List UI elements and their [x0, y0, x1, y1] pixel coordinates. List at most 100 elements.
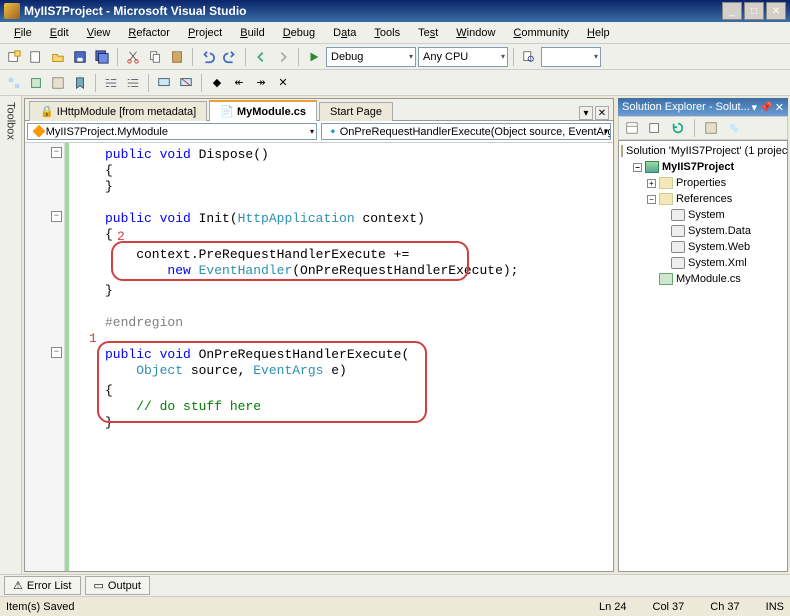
tree-references[interactable]: −References	[621, 191, 785, 207]
standard-toolbar: Debug Any CPU	[0, 44, 790, 70]
tree-project[interactable]: −MyIIS7Project	[621, 159, 785, 175]
menu-view[interactable]: View	[79, 25, 119, 41]
prev-bookmark-button[interactable]: ↞	[229, 73, 249, 93]
menu-edit[interactable]: Edit	[42, 25, 77, 41]
menu-file[interactable]: File	[6, 25, 40, 41]
view-code-button[interactable]	[701, 118, 721, 138]
change-margin	[65, 143, 69, 571]
undo-button[interactable]	[198, 47, 218, 67]
annotation-label-1: 1	[89, 331, 97, 346]
menu-refactor[interactable]: Refactor	[120, 25, 178, 41]
solution-tree[interactable]: Solution 'MyIIS7Project' (1 project) −My…	[618, 140, 788, 572]
menu-window[interactable]: Window	[448, 25, 503, 41]
show-all-button[interactable]	[645, 118, 665, 138]
menu-data[interactable]: Data	[325, 25, 364, 41]
refresh-button[interactable]	[668, 118, 688, 138]
find-in-files-button[interactable]	[519, 47, 539, 67]
config-combo[interactable]: Debug	[326, 47, 416, 67]
fold-toggle[interactable]: −	[51, 347, 62, 358]
view-designer-button[interactable]	[724, 118, 744, 138]
panel-close-button[interactable]: ✕	[775, 101, 784, 114]
new-project-button[interactable]	[4, 47, 24, 67]
redo-button[interactable]	[220, 47, 240, 67]
maximize-button[interactable]: □	[744, 2, 764, 20]
close-button[interactable]: ✕	[766, 2, 786, 20]
minimize-button[interactable]: _	[722, 2, 742, 20]
cut-button[interactable]	[123, 47, 143, 67]
code-editor[interactable]: − − − public void Dispose() { } public v…	[25, 143, 613, 571]
toolbox-rail[interactable]: Toolbox	[0, 96, 22, 574]
open-button[interactable]	[48, 47, 68, 67]
clear-bookmarks-button[interactable]: ✕	[273, 73, 293, 93]
member-nav-combo[interactable]: 🔹 OnPreRequestHandlerExecute(Object sour…	[321, 123, 611, 140]
add-item-button[interactable]	[26, 47, 46, 67]
tab-ihttpmodule[interactable]: 🔒 IHttpModule [from metadata]	[29, 101, 207, 121]
tab-dropdown-button[interactable]: ▾	[579, 106, 593, 120]
copy-button[interactable]	[145, 47, 165, 67]
document-tabs: 🔒 IHttpModule [from metadata] 📄 MyModule…	[25, 99, 613, 121]
window-title: MyIIS7Project - Microsoft Visual Studio	[24, 4, 722, 18]
menu-tools[interactable]: Tools	[366, 25, 408, 41]
tree-ref-system[interactable]: System	[621, 207, 785, 223]
menu-build[interactable]: Build	[232, 25, 272, 41]
comment-button[interactable]	[154, 73, 174, 93]
tab-mymodule[interactable]: 📄 MyModule.cs	[209, 100, 317, 121]
expander-icon[interactable]: −	[647, 195, 656, 204]
save-button[interactable]	[70, 47, 90, 67]
uncomment-button[interactable]	[176, 73, 196, 93]
tree-ref-system-data[interactable]: System.Data	[621, 223, 785, 239]
solution-explorer-title: Solution Explorer - Solut... ▾ 📌 ✕	[618, 98, 788, 116]
object-browser-button[interactable]	[4, 73, 24, 93]
next-bookmark-button[interactable]: ↠	[251, 73, 271, 93]
solution-toolbar	[618, 116, 788, 140]
increase-indent-button[interactable]	[123, 73, 143, 93]
panel-dropdown-button[interactable]: ▾	[752, 101, 758, 114]
tree-ref-system-xml[interactable]: System.Xml	[621, 255, 785, 271]
decrease-indent-button[interactable]	[101, 73, 121, 93]
tab-start-page[interactable]: Start Page	[319, 102, 393, 121]
tab-close-button[interactable]: ✕	[595, 106, 609, 120]
solution-icon	[621, 145, 623, 157]
editor-area: 🔒 IHttpModule [from metadata] 📄 MyModule…	[24, 98, 614, 572]
bottom-tool-tabs: ⚠Error List ▭Output	[0, 574, 790, 596]
tree-ref-system-web[interactable]: System.Web	[621, 239, 785, 255]
fold-toggle[interactable]: −	[51, 147, 62, 158]
type-nav-combo[interactable]: 🔶 MyIIS7Project.MyModule	[27, 123, 317, 140]
menu-project[interactable]: Project	[180, 25, 230, 41]
start-debug-button[interactable]	[304, 47, 324, 67]
csharp-file-icon	[659, 273, 673, 285]
folder-icon	[659, 177, 673, 189]
menu-community[interactable]: Community	[505, 25, 577, 41]
properties-button[interactable]	[622, 118, 642, 138]
solution-explorer-panel: Solution Explorer - Solut... ▾ 📌 ✕ Solut…	[618, 98, 788, 572]
display-button[interactable]	[26, 73, 46, 93]
menu-debug[interactable]: Debug	[275, 25, 323, 41]
reference-icon	[671, 225, 685, 237]
tree-file-mymodule[interactable]: MyModule.cs	[621, 271, 785, 287]
class-view-button[interactable]	[48, 73, 68, 93]
reference-icon	[671, 257, 685, 269]
panel-pin-button[interactable]: 📌	[759, 101, 773, 114]
status-message: Item(s) Saved	[6, 601, 74, 613]
tree-properties[interactable]: +Properties	[621, 175, 785, 191]
output-tab[interactable]: ▭Output	[85, 576, 150, 595]
status-ch: Ch 37	[710, 601, 739, 613]
error-icon: ⚠	[13, 579, 23, 592]
expander-icon[interactable]: +	[647, 179, 656, 188]
project-icon	[645, 161, 659, 173]
text-editor-toolbar: ◆ ↞ ↠ ✕	[0, 70, 790, 96]
toggle-bookmark-button[interactable]: ◆	[207, 73, 227, 93]
tree-solution[interactable]: Solution 'MyIIS7Project' (1 project)	[621, 143, 785, 159]
paste-button[interactable]	[167, 47, 187, 67]
menu-help[interactable]: Help	[579, 25, 618, 41]
platform-combo[interactable]: Any CPU	[418, 47, 508, 67]
save-all-button[interactable]	[92, 47, 112, 67]
nav-back-button[interactable]	[251, 47, 271, 67]
error-list-tab[interactable]: ⚠Error List	[4, 576, 81, 595]
find-combo[interactable]	[541, 47, 601, 67]
fold-toggle[interactable]: −	[51, 211, 62, 222]
expander-icon[interactable]: −	[633, 163, 642, 172]
menu-test[interactable]: Test	[410, 25, 446, 41]
bookmark-button[interactable]	[70, 73, 90, 93]
nav-forward-button[interactable]	[273, 47, 293, 67]
